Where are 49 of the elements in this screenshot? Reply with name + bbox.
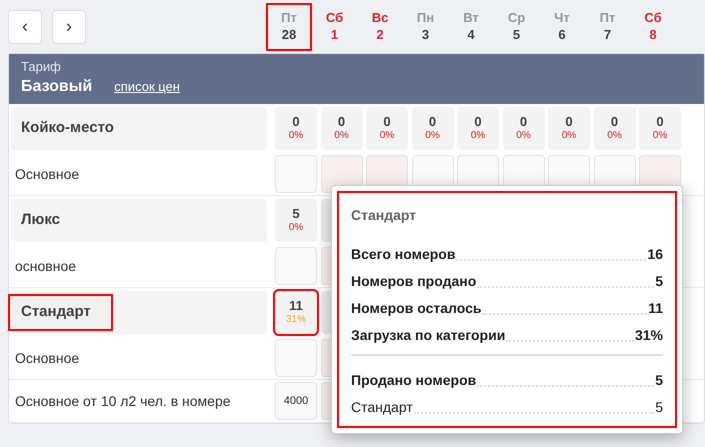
category-name: Койко-место [20, 118, 115, 138]
day-header[interactable]: Сб 1 [314, 4, 356, 48]
rate-name: Основное [14, 348, 80, 368]
day-cell[interactable] [275, 247, 317, 285]
rate-name: основное [14, 256, 78, 276]
day-cell[interactable]: 0 0% [412, 107, 454, 150]
day-header[interactable]: Вт 4 [450, 4, 492, 48]
stat-value: 31% [634, 326, 663, 345]
day-header[interactable]: Вс 2 [359, 4, 401, 48]
tariff-name: Базовый [21, 77, 92, 98]
stat-value: 5 [655, 272, 663, 291]
day-header[interactable]: Ср 5 [496, 4, 538, 48]
day-header[interactable]: Пт 28 [268, 4, 310, 48]
day-header[interactable]: Пн 3 [404, 4, 446, 48]
stat-value: 5 [655, 371, 663, 390]
day-cell[interactable]: 0 0% [548, 107, 590, 150]
day-cell[interactable]: 0 0% [366, 107, 408, 150]
day-cell[interactable]: 5 0% [275, 199, 317, 242]
day-cell[interactable] [275, 155, 317, 193]
next-button[interactable]: › [52, 10, 86, 44]
stat-label: Продано номеров [351, 371, 476, 390]
stat-label: Загрузка по категории [351, 326, 506, 345]
day-header[interactable]: Чт 6 [541, 4, 583, 48]
price-list-link[interactable]: список цен [114, 77, 180, 97]
day-cell[interactable]: 11 31% [275, 291, 317, 334]
day-cell[interactable]: 0 0% [320, 107, 362, 150]
day-cell[interactable]: 0 0% [502, 107, 544, 150]
stat-label: Стандарт [351, 398, 413, 417]
day-header[interactable]: Пт 7 [586, 4, 628, 48]
stat-value: 11 [648, 299, 663, 318]
day-cell[interactable]: 0 0% [275, 107, 317, 150]
day-header[interactable]: Сб 8 [632, 4, 674, 48]
day-cell[interactable]: 0 0% [594, 107, 636, 150]
stat-value: 16 [647, 245, 663, 264]
rate-name: Основное от 10 л2 чел. в номере [14, 392, 232, 411]
day-cell[interactable]: 0 0% [639, 107, 681, 150]
stat-label: Номеров осталось [351, 299, 482, 318]
stat-label: Номеров продано [351, 272, 476, 291]
previous-button[interactable]: ‹ [8, 10, 42, 44]
day-cell[interactable]: 0 0% [457, 107, 499, 150]
category-name: Стандарт [10, 296, 111, 329]
category-name: Люкс [20, 210, 61, 230]
tariff-label: Тариф [21, 58, 62, 76]
stat-value: 5 [655, 398, 663, 417]
popover-title: Стандарт [351, 206, 418, 225]
stat-label: Всего номеров [351, 245, 456, 264]
day-cell[interactable] [275, 339, 317, 377]
rate-name: Основное [14, 164, 80, 184]
price-cell[interactable]: 4000 [275, 382, 317, 420]
